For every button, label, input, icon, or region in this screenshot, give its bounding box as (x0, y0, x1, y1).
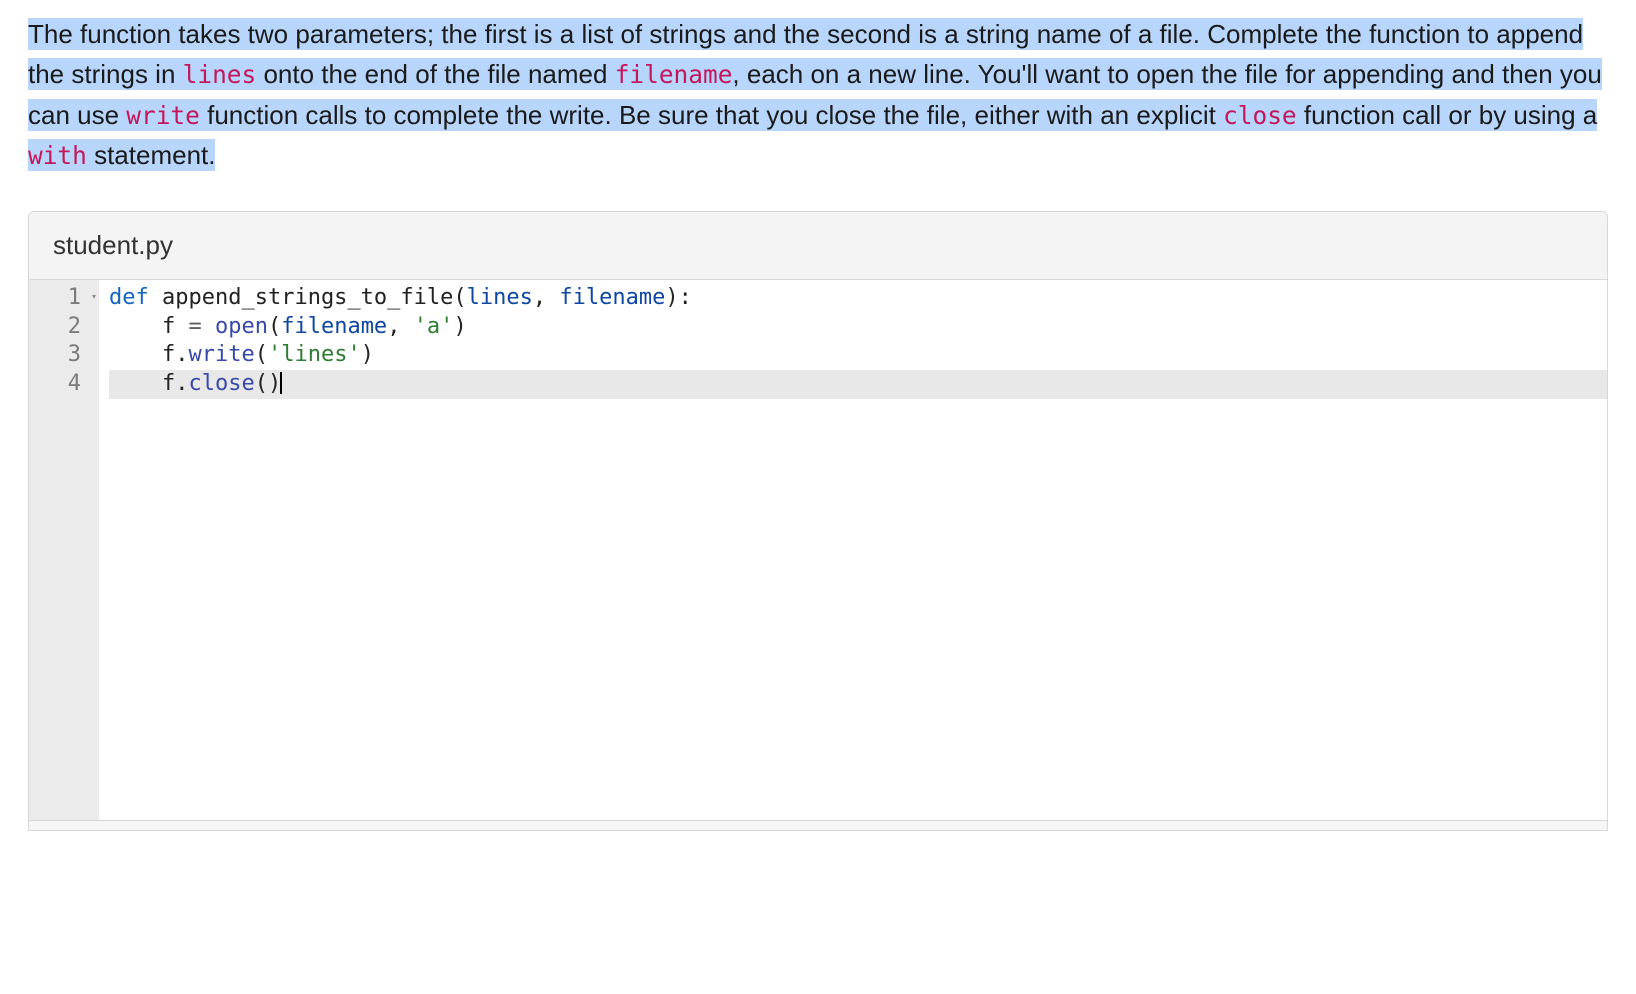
editor-footer (29, 820, 1607, 830)
keyword-filename: filename (615, 60, 733, 89)
keyword-close: close (1223, 101, 1297, 130)
keyword-with: with (28, 141, 87, 170)
code-line[interactable]: f.write('lines') (109, 341, 1607, 370)
editor-filename: student.py (53, 230, 173, 260)
instruction-highlight: The function takes two parameters; the f… (28, 18, 1602, 171)
code-line[interactable]: f = open(filename, 'a') (109, 313, 1607, 342)
line-number[interactable]: 2 (29, 313, 99, 342)
editor-filename-header: student.py (29, 212, 1607, 280)
problem-instructions: The function takes two parameters; the f… (28, 14, 1608, 175)
code-line[interactable]: def append_strings_to_file(lines, filena… (109, 284, 1607, 313)
line-number-gutter: 1 ▾ 2 3 4 (29, 280, 99, 820)
line-number[interactable]: 4 (29, 370, 99, 399)
editor-body: 1 ▾ 2 3 4 def append_strings_to_file(lin… (29, 280, 1607, 820)
keyword-write: write (126, 101, 200, 130)
code-text-area[interactable]: def append_strings_to_file(lines, filena… (99, 280, 1607, 820)
text-cursor (280, 372, 282, 394)
code-editor-panel: student.py 1 ▾ 2 3 4 def append_strings_… (28, 211, 1608, 831)
keyword-lines: lines (183, 60, 257, 89)
fold-marker-icon[interactable]: ▾ (91, 284, 97, 313)
code-line[interactable]: f.close() (109, 370, 1607, 399)
line-number[interactable]: 1 ▾ (29, 284, 99, 313)
line-number[interactable]: 3 (29, 341, 99, 370)
